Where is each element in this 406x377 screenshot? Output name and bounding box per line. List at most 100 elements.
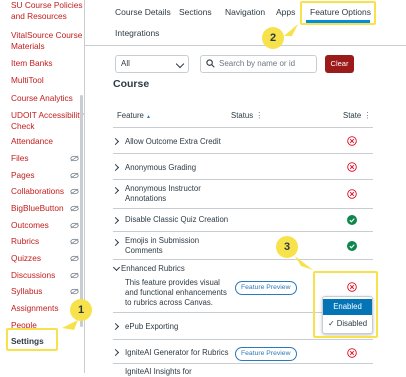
feature-name: Emojis in Submission (125, 236, 200, 245)
select-value: All (121, 59, 130, 68)
sidebar-item-label: SU Course Policies (11, 0, 83, 10)
table-row: Anonymous Grading (111, 153, 373, 180)
sidebar-item-label: BigBlueButton (11, 203, 64, 213)
sidebar-item-rubrics[interactable]: Rubrics (11, 236, 39, 247)
chevron-right-icon[interactable] (111, 348, 120, 357)
feature-description: to rubrics across Canvas. (125, 298, 213, 307)
status-badge: Feature Preview (235, 281, 297, 295)
sidebar-item-attendance[interactable]: Attendance (11, 136, 53, 147)
feature-name: IgniteAI Insights for (125, 367, 192, 376)
tab-course-details[interactable]: Course Details (115, 7, 171, 17)
sidebar-item-label: Course Analytics (11, 93, 73, 103)
chevron-right-icon[interactable] (111, 163, 120, 172)
highlight-state-menu (313, 271, 378, 338)
sidebar-item-syllabus[interactable]: Syllabus (11, 286, 42, 297)
sidebar-item-label: MultiTool (11, 75, 44, 85)
sidebar-item-label: Pages (11, 170, 35, 180)
column-header-state: State ⋮ (343, 111, 372, 120)
sidebar-item-assignments[interactable]: Assignments (11, 303, 59, 314)
disabled-state-icon[interactable] (347, 162, 357, 172)
disabled-state-icon[interactable] (347, 136, 357, 146)
sidebar-item-su-course-policies[interactable]: SU Course Policies and Resources (11, 0, 82, 21)
sidebar-item-multitool[interactable]: MultiTool (11, 75, 44, 86)
enabled-state-icon[interactable] (347, 215, 357, 225)
sidebar-item-label: Check (11, 120, 35, 131)
sidebar-item-outcomes[interactable]: Outcomes (11, 220, 49, 231)
sidebar-item-files[interactable]: Files (11, 153, 29, 164)
search-placeholder: Search by name or id (219, 59, 296, 68)
sidebar-item-course-analytics[interactable]: Course Analytics (11, 93, 73, 104)
sidebar-item-vitalsource[interactable]: VitalSource Course Materials (11, 30, 82, 51)
feature-name: Anonymous Grading (125, 163, 197, 172)
section-title: Course (113, 78, 150, 90)
sidebar-item-discussions[interactable]: Discussions (11, 270, 55, 281)
chevron-down-icon (175, 59, 185, 69)
tab-integrations[interactable]: Integrations (115, 28, 159, 38)
sidebar-item-pages[interactable]: Pages (11, 170, 35, 181)
chevron-right-icon[interactable] (111, 186, 120, 195)
sidebar-item-label: Files (11, 153, 29, 163)
table-row: Disable Classic Quiz Creation (111, 208, 373, 232)
sidebar-item-bigbluebutton[interactable]: BigBlueButton (11, 203, 64, 214)
chevron-right-icon[interactable] (111, 322, 120, 331)
callout-badge-3: 3 (276, 236, 298, 258)
sidebar-item-label: Assignments (11, 303, 59, 313)
sidebar-item-quizzes[interactable]: Quizzes (11, 253, 41, 264)
sidebar-item-label: Quizzes (11, 253, 41, 263)
sidebar-scrollbar[interactable] (80, 95, 83, 327)
sidebar-item-label: Rubrics (11, 236, 40, 246)
sidebar-item-label: Outcomes (11, 220, 49, 230)
feature-filter-select[interactable]: All (115, 55, 189, 73)
table-row: IgniteAI Generator for Rubrics Feature P… (111, 339, 373, 364)
search-icon (206, 59, 215, 68)
sidebar-item-label: Materials (11, 40, 45, 51)
eye-slash-icon (70, 222, 79, 229)
disabled-state-icon[interactable] (347, 348, 357, 358)
sort-ascending-icon: ▲ (146, 114, 151, 120)
eye-slash-icon (70, 188, 79, 195)
feature-description: and functional enhancements (125, 288, 227, 297)
sidebar-item-label: Item Banks (11, 58, 53, 68)
sidebar-item-label: Syllabus (11, 286, 43, 296)
eye-slash-icon (70, 155, 79, 162)
tabs-divider (85, 45, 406, 46)
sidebar-item-label: UDOIT Accessibility (11, 110, 84, 120)
sidebar-item-collaborations[interactable]: Collaborations (11, 186, 64, 197)
chevron-right-icon[interactable] (111, 216, 120, 225)
table-row: Allow Outcome Extra Credit (111, 127, 373, 154)
feature-name: Annotations (125, 194, 167, 203)
chevron-right-icon[interactable] (111, 137, 120, 146)
highlight-feature-options-tab (300, 1, 376, 25)
feature-name: Allow Outcome Extra Credit (125, 137, 221, 146)
table-row: Emojis in Submission Comments (111, 231, 373, 260)
eye-slash-icon (70, 255, 79, 262)
feature-name: IgniteAI Generator for Rubrics (125, 348, 229, 357)
search-input[interactable]: Search by name or id (200, 55, 317, 73)
chevron-right-icon[interactable] (111, 238, 120, 247)
feature-name: Disable Classic Quiz Creation (125, 215, 229, 224)
sidebar-item-label: VitalSource Course (11, 30, 83, 40)
sidebar-item-label: Attendance (11, 136, 53, 146)
sidebar-item-label: and Resources (11, 10, 67, 21)
tab-sections[interactable]: Sections (179, 7, 212, 17)
eye-slash-icon (70, 172, 79, 179)
sidebar-item-item-banks[interactable]: Item Banks (11, 58, 53, 69)
feature-name: Anonymous Instructor (125, 184, 201, 193)
eye-slash-icon (70, 238, 79, 245)
callout-pointer (295, 256, 313, 270)
feature-description: This feature provides visual (125, 278, 220, 287)
enabled-state-icon[interactable] (347, 241, 357, 251)
table-row: IgniteAI Insights for (113, 363, 373, 376)
chevron-down-icon[interactable] (112, 263, 121, 272)
tab-apps[interactable]: Apps (276, 7, 295, 17)
highlight-settings (6, 328, 58, 351)
tab-navigation[interactable]: Navigation (225, 7, 265, 17)
callout-badge-2: 2 (262, 27, 284, 49)
sidebar-item-udoit[interactable]: UDOIT Accessibility Check (11, 110, 84, 131)
table-row: Anonymous Instructor Annotations (111, 179, 373, 209)
sidebar-item-label: Discussions (11, 270, 56, 280)
disabled-state-icon[interactable] (347, 189, 357, 199)
eye-slash-icon (70, 288, 79, 295)
column-header-feature[interactable]: Feature ▲ (117, 111, 151, 120)
clear-button[interactable]: Clear (325, 55, 354, 73)
